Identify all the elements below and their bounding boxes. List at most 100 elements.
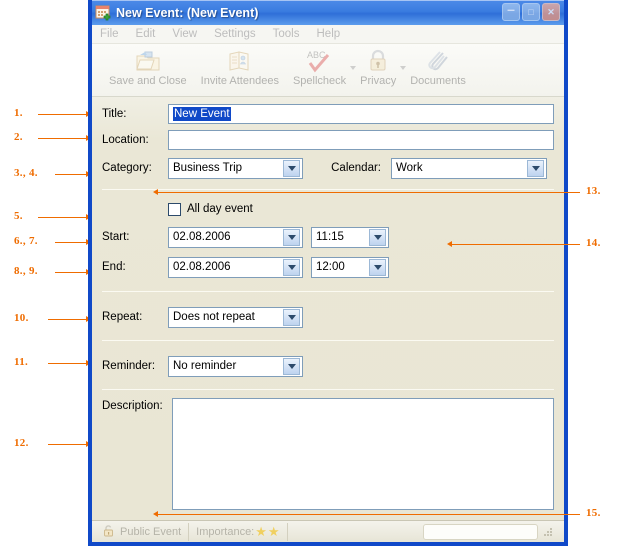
window-titlebar[interactable]: New Event: (New Event) – □ ✕ <box>92 0 564 25</box>
end-time-chevron-down-icon[interactable] <box>369 258 386 276</box>
location-label: Location: <box>102 134 149 146</box>
privacy-label: Privacy <box>360 75 397 87</box>
all-day-checkbox[interactable] <box>168 202 181 216</box>
end-time-value: 12:00 <box>316 261 345 273</box>
title-input[interactable] <box>168 104 554 124</box>
category-label: Category: <box>102 162 152 174</box>
start-date-combobox[interactable]: 02.08.2006 <box>168 226 303 248</box>
calendar-chevron-down-icon[interactable] <box>527 159 544 177</box>
maximize-icon: □ <box>528 7 534 17</box>
reminder-row: Reminder: No reminder <box>92 351 564 381</box>
reminder-label: Reminder: <box>102 360 156 372</box>
annotation-leader-13 <box>158 192 580 193</box>
title-field-wrap: New Event <box>168 104 554 124</box>
description-textarea[interactable] <box>172 398 554 510</box>
separator-3 <box>102 340 554 341</box>
calendar-combobox[interactable]: Work <box>391 157 547 179</box>
privacy-button[interactable]: Privacy <box>353 48 407 87</box>
location-row: Location: <box>92 127 564 153</box>
menu-item-view[interactable]: View <box>172 27 206 41</box>
spellcheck-button[interactable]: ABC Spellcheck <box>286 48 357 87</box>
invite-attendees-button[interactable]: Invite Attendees <box>194 48 286 87</box>
annotation-leader-6-7 <box>55 242 86 243</box>
menu-item-tools[interactable]: Tools <box>273 27 309 41</box>
category-chevron-down-icon[interactable] <box>283 159 300 177</box>
title-row: Title: New Event <box>92 101 564 127</box>
description-label: Description: <box>102 400 163 412</box>
paperclip-icon <box>426 48 450 74</box>
minimize-button[interactable]: – <box>502 1 520 21</box>
window-title: New Event: (New Event) <box>116 5 259 20</box>
maximize-button[interactable]: □ <box>522 3 540 21</box>
reminder-chevron-down-icon[interactable] <box>283 357 300 375</box>
end-date-chevron-down-icon[interactable] <box>283 258 300 276</box>
annotation-leader-1 <box>38 114 86 115</box>
event-editor-window: New Event: (New Event) – □ ✕ File Edit V… <box>88 0 568 546</box>
close-button[interactable]: ✕ <box>542 3 560 21</box>
menu-bar: File Edit View Settings Tools Help <box>92 25 564 44</box>
lock-icon <box>367 48 389 74</box>
annotation-number-12: 12. <box>14 437 29 449</box>
start-label: Start: <box>102 231 130 243</box>
reminder-combobox[interactable]: No reminder <box>168 355 303 377</box>
open-lock-icon <box>102 524 115 540</box>
description-row: Description: <box>92 398 564 515</box>
annotation-number-14: 14. <box>586 237 601 249</box>
calendar-label: Calendar: <box>331 162 381 174</box>
importance-star-2-icon[interactable]: ★ <box>268 525 280 538</box>
annotation-number-10: 10. <box>14 312 29 324</box>
save-and-close-button[interactable]: Save and Close <box>102 48 194 87</box>
address-book-icon <box>227 48 253 74</box>
minimize-icon: – <box>507 1 515 17</box>
importance-star-1-icon[interactable]: ★ <box>255 525 267 538</box>
toolbar: Save and Close Invite Attendees ABC Spel… <box>92 44 564 97</box>
location-input[interactable] <box>168 130 554 150</box>
start-time-combobox[interactable]: 11:15 <box>311 226 389 248</box>
calendar-value: Work <box>396 162 423 174</box>
status-extra-cell <box>288 523 561 541</box>
annotation-leader-12 <box>48 444 86 445</box>
location-field-wrap <box>168 130 554 150</box>
separator-1 <box>102 189 554 190</box>
start-date-chevron-down-icon[interactable] <box>283 228 300 246</box>
status-bar: Public Event Importance: ★ ★ <box>92 520 564 542</box>
privacy-status-label: Public Event <box>120 525 182 538</box>
privacy-status-cell[interactable]: Public Event <box>95 522 190 541</box>
annotation-arrow-15 <box>153 511 158 517</box>
repeat-combobox[interactable]: Does not repeat <box>168 306 303 328</box>
annotation-leader-11 <box>48 363 86 364</box>
menu-item-settings[interactable]: Settings <box>214 27 265 41</box>
spellcheck-label: Spellcheck <box>292 75 347 87</box>
resize-grip-icon[interactable] <box>542 526 554 538</box>
annotation-number-8-9: 8., 9. <box>14 265 38 277</box>
end-date-value: 02.08.2006 <box>173 261 231 273</box>
annotation-leader-2 <box>38 138 86 139</box>
annotation-leader-3-4 <box>55 174 86 175</box>
annotation-arrow-14 <box>447 241 452 247</box>
menu-item-file[interactable]: File <box>100 27 128 41</box>
category-value: Business Trip <box>173 162 243 174</box>
end-date-combobox[interactable]: 02.08.2006 <box>168 256 303 278</box>
menu-item-help[interactable]: Help <box>317 27 350 41</box>
documents-label: Documents <box>410 75 466 87</box>
all-day-label: All day event <box>187 203 253 215</box>
documents-button[interactable]: Documents <box>403 48 473 87</box>
start-date-value: 02.08.2006 <box>173 231 231 243</box>
annotation-number-6-7: 6., 7. <box>14 235 38 247</box>
end-time-combobox[interactable]: 12:00 <box>311 256 389 278</box>
category-calendar-row: Category: Business Trip Calendar: Work <box>92 153 564 183</box>
repeat-chevron-down-icon[interactable] <box>283 308 300 326</box>
annotation-leader-15 <box>158 514 580 515</box>
category-combobox[interactable]: Business Trip <box>168 157 303 179</box>
repeat-label: Repeat: <box>102 311 143 323</box>
annotation-number-2: 2. <box>14 131 23 143</box>
close-icon: ✕ <box>547 7 555 17</box>
annotation-leader-8-9 <box>55 272 86 273</box>
calendar-add-icon <box>95 4 112 21</box>
menu-item-edit[interactable]: Edit <box>136 27 165 41</box>
event-form: Title: New Event Location: Category: Bus… <box>92 97 564 520</box>
save-folder-icon <box>135 48 161 74</box>
start-time-chevron-down-icon[interactable] <box>369 228 386 246</box>
importance-cell[interactable]: Importance: ★ ★ <box>189 522 288 541</box>
annotation-leader-14 <box>452 244 580 245</box>
